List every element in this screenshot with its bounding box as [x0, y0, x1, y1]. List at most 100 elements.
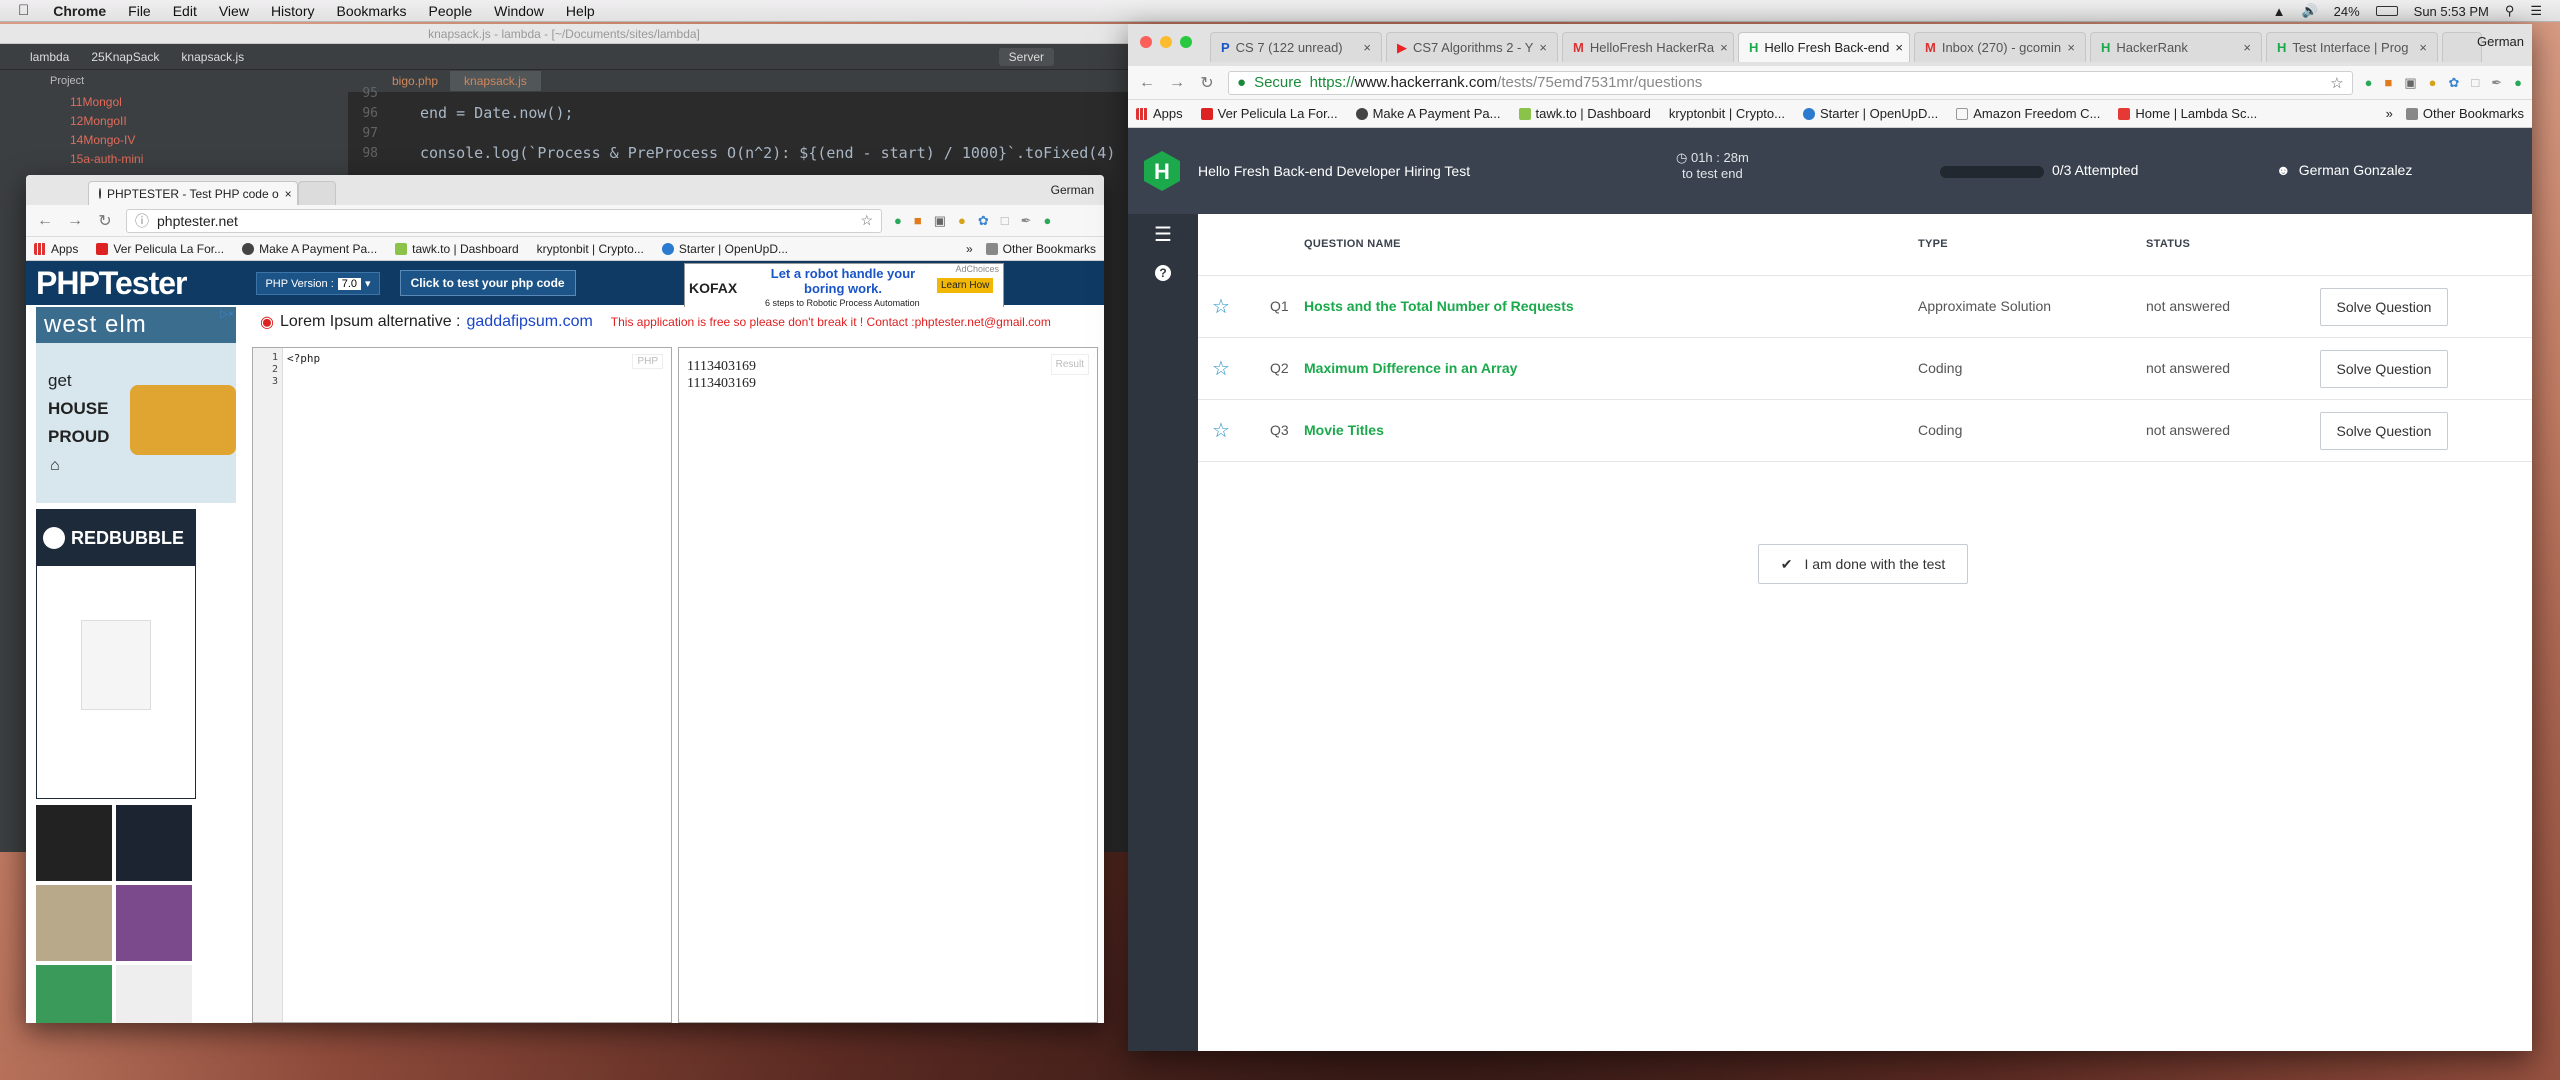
- bookmark-item[interactable]: Make A Payment Pa...: [1355, 106, 1501, 121]
- lorem-link[interactable]: gaddafipsum.com: [467, 313, 593, 331]
- tab-active[interactable]: H Hello Fresh Back-end ×: [1738, 32, 1910, 62]
- profile-name[interactable]: German: [1051, 183, 1094, 197]
- user-menu[interactable]: ☻ German Gonzalez: [2276, 162, 2412, 178]
- adchoices-label[interactable]: AdChoices: [955, 264, 999, 274]
- bookmark-apps[interactable]: Apps: [1136, 106, 1183, 121]
- bookmark-item[interactable]: Amazon Freedom C...: [1956, 106, 2100, 121]
- bookmark-apps[interactable]: Apps: [34, 242, 78, 256]
- menu-window[interactable]: Window: [494, 3, 544, 19]
- menu-people[interactable]: People: [429, 3, 473, 19]
- extension-icon[interactable]: ■: [2384, 75, 2392, 90]
- apple-icon[interactable]: : [18, 2, 29, 19]
- extension-icon[interactable]: ■: [914, 213, 922, 228]
- extension-icon[interactable]: ✿: [978, 213, 989, 229]
- kofax-cta[interactable]: Learn How: [937, 278, 994, 293]
- extension-icon[interactable]: ●: [2365, 75, 2373, 90]
- extension-icon[interactable]: □: [2471, 75, 2479, 90]
- extension-icon[interactable]: ●: [2514, 75, 2522, 90]
- folder-item[interactable]: 12MongoII: [0, 111, 348, 130]
- thumbnail[interactable]: [116, 965, 192, 1023]
- back-icon[interactable]: ←: [36, 212, 54, 230]
- solve-question-button[interactable]: Solve Question: [2320, 350, 2448, 388]
- extension-icon[interactable]: ✒: [1021, 213, 1032, 229]
- question-title-link[interactable]: Hosts and the Total Number of Requests: [1304, 298, 1574, 314]
- address-bar[interactable]: ● Secure https://www.hackerrank.com/test…: [1228, 70, 2353, 95]
- php-version-select[interactable]: PHP Version :7.0 ▾: [256, 271, 380, 295]
- server-dropdown[interactable]: Server: [998, 47, 1054, 66]
- back-icon[interactable]: ←: [1138, 74, 1156, 92]
- menu-edit[interactable]: Edit: [173, 3, 197, 19]
- menu-bookmarks[interactable]: Bookmarks: [337, 3, 407, 19]
- bookmark-item[interactable]: kryptonbit | Crypto...: [1669, 106, 1785, 121]
- phptester-logo[interactable]: PHPTester: [36, 265, 187, 302]
- bookmark-item[interactable]: Ver Pelicula La For...: [1200, 106, 1338, 121]
- tab-item[interactable]: M Inbox (270) - gcomin ×: [1914, 32, 2086, 62]
- other-bookmarks[interactable]: » Other Bookmarks: [966, 242, 1096, 256]
- bookmark-item[interactable]: Make A Payment Pa...: [242, 242, 377, 256]
- extension-icon[interactable]: □: [1001, 213, 1009, 228]
- profile-name[interactable]: German: [2477, 34, 2524, 49]
- help-icon[interactable]: ?: [1155, 265, 1171, 281]
- menu-view[interactable]: View: [219, 3, 249, 19]
- other-bookmarks[interactable]: » Other Bookmarks: [2386, 106, 2524, 121]
- thumbnail[interactable]: [36, 805, 112, 881]
- menu-file[interactable]: File: [128, 3, 151, 19]
- extension-icon[interactable]: ✒: [2491, 75, 2502, 91]
- reload-icon[interactable]: ↻: [1198, 73, 1216, 93]
- clock[interactable]: Sun 5:53 PM: [2414, 4, 2489, 19]
- project-selector[interactable]: Project: [50, 75, 250, 87]
- close-icon[interactable]: ×: [2067, 40, 2075, 55]
- ide-tab-knapsack[interactable]: knapsack.js: [450, 71, 541, 91]
- question-title-link[interactable]: Maximum Difference in an Array: [1304, 360, 1517, 376]
- volume-icon[interactable]: 🔊: [2301, 3, 2317, 19]
- menu-help[interactable]: Help: [566, 3, 595, 19]
- thumbnail[interactable]: [116, 885, 192, 961]
- zoom-window-button[interactable]: [1180, 36, 1192, 48]
- kofax-ad[interactable]: KOFAX Let a robot handle your boring wor…: [684, 263, 1004, 309]
- thumbnail[interactable]: [36, 965, 112, 1023]
- star-icon[interactable]: ☆: [1212, 356, 1230, 381]
- extension-icon[interactable]: ✿: [2448, 75, 2459, 91]
- thumbnail[interactable]: [36, 885, 112, 961]
- tab-item[interactable]: M HelloFresh HackerRa ×: [1562, 32, 1734, 62]
- star-icon[interactable]: ☆: [1212, 418, 1230, 443]
- test-php-button[interactable]: Click to test your php code: [399, 270, 576, 296]
- wifi-icon[interactable]: ▲: [2273, 4, 2286, 19]
- breadcrumb-item[interactable]: lambda: [30, 50, 69, 64]
- question-title-link[interactable]: Movie Titles: [1304, 422, 1384, 438]
- forward-icon[interactable]: →: [66, 212, 84, 230]
- breadcrumb-item[interactable]: 25KnapSack: [91, 50, 159, 64]
- close-icon[interactable]: ×: [1895, 40, 1903, 55]
- solve-question-button[interactable]: Solve Question: [2320, 412, 2448, 450]
- folder-item[interactable]: 11Mongol: [0, 92, 348, 111]
- westelm-ad[interactable]: west elm get HOUSE PROUD ⌂ ▷×: [36, 307, 236, 503]
- tab-item[interactable]: P CS 7 (122 unread) ×: [1210, 32, 1382, 62]
- close-icon[interactable]: ×: [1720, 40, 1728, 55]
- bookmark-item[interactable]: tawk.to | Dashboard: [1518, 106, 1651, 121]
- menu-app-chrome[interactable]: Chrome: [53, 3, 106, 19]
- php-code-editor[interactable]: 1 2 3 <?php PHP: [252, 347, 672, 1023]
- tab-item[interactable]: ▶ CS7 Algorithms 2 - Y ×: [1386, 32, 1558, 62]
- battery-icon[interactable]: [2375, 6, 2398, 16]
- adchoices-icon[interactable]: ▷×: [220, 309, 234, 320]
- close-icon[interactable]: ×: [1539, 40, 1547, 55]
- ide-tab-bigo[interactable]: bigo.php: [380, 74, 450, 88]
- folder-item[interactable]: 14Mongo-IV: [0, 130, 348, 149]
- tab-phptester[interactable]: PHPTESTER - Test PHP code o ×: [88, 181, 298, 205]
- tab-item[interactable]: H Test Interface | Prog ×: [2266, 32, 2438, 62]
- extension-icon[interactable]: ●: [2429, 75, 2437, 90]
- extension-icon[interactable]: ▣: [934, 213, 946, 229]
- hackerrank-logo-icon[interactable]: H: [1140, 149, 1184, 193]
- close-icon[interactable]: ×: [1363, 40, 1371, 55]
- close-window-button[interactable]: [1140, 36, 1152, 48]
- minimize-window-button[interactable]: [1160, 36, 1172, 48]
- forward-icon[interactable]: →: [1168, 74, 1186, 92]
- solve-question-button[interactable]: Solve Question: [2320, 288, 2448, 326]
- bookmark-item[interactable]: tawk.to | Dashboard: [395, 242, 519, 256]
- notification-center-icon[interactable]: ☰: [2530, 3, 2542, 19]
- tab-item[interactable]: H HackerRank ×: [2090, 32, 2262, 62]
- bookmark-star-icon[interactable]: ☆: [860, 212, 873, 229]
- redbubble-ad[interactable]: REDBUBBLE: [36, 509, 196, 799]
- done-with-test-button[interactable]: ✔ I am done with the test: [1758, 544, 1968, 584]
- extension-icon[interactable]: ●: [958, 213, 966, 228]
